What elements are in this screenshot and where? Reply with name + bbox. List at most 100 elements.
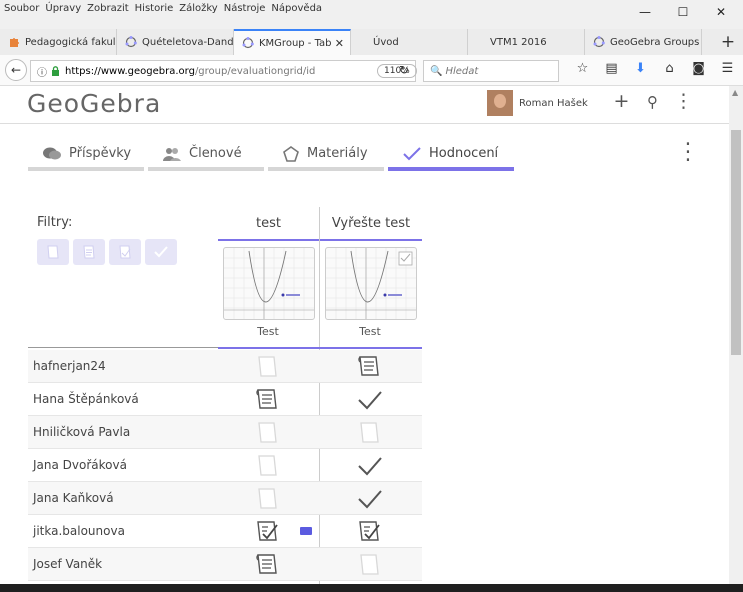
grade-cell[interactable] <box>356 519 384 545</box>
tab-posts[interactable]: Příspěvky <box>28 140 144 171</box>
download-icon[interactable]: ⬇ <box>626 61 655 76</box>
hamburger-menu-icon[interactable]: ☰ <box>713 61 742 76</box>
browser-tab-kmgroup[interactable]: KMGroup - Tab ✕ <box>234 29 351 55</box>
grade-cell[interactable] <box>356 387 384 413</box>
back-button[interactable]: ← <box>5 59 27 81</box>
scroll-up-icon[interactable]: ▲ <box>732 88 738 97</box>
grade-cell[interactable] <box>254 420 282 446</box>
empty-page-icon <box>360 422 379 443</box>
geogebra-logo[interactable]: GeoGebra <box>27 89 161 118</box>
column-header-vyreste-test[interactable]: Vyřešte test <box>320 207 422 241</box>
filters-label: Filtry: <box>37 215 73 230</box>
tab-label: Hodnocení <box>429 146 499 161</box>
reading-list-icon[interactable]: ▤ <box>597 61 626 76</box>
student-name[interactable]: Josef Vaněk <box>33 557 102 571</box>
minimize-button[interactable]: — <box>629 0 661 24</box>
menu-tools[interactable]: Nástroje <box>224 3 266 14</box>
user-menu[interactable]: Roman Hašek <box>487 90 588 116</box>
menu-bookmarks[interactable]: Záložky <box>179 3 217 14</box>
tab-grading[interactable]: Hodnocení <box>388 140 514 171</box>
submitted-page-icon <box>256 389 277 409</box>
search-icon: 🔍 <box>430 65 443 77</box>
menu-edit[interactable]: Úpravy <box>45 3 81 14</box>
student-name[interactable]: hafnerjan24 <box>33 359 106 373</box>
plus-icon[interactable]: + <box>606 90 637 112</box>
more-options-icon[interactable]: · · · <box>683 134 693 171</box>
grade-cell[interactable] <box>356 552 384 578</box>
reload-icon[interactable]: ↻ <box>399 63 409 77</box>
browser-tab-vtm1[interactable]: VTM1 2016 <box>468 29 585 55</box>
tab-label: Příspěvky <box>69 146 132 161</box>
maximize-button[interactable]: ☐ <box>667 0 699 24</box>
grade-cell[interactable] <box>356 486 384 512</box>
menu-history[interactable]: Historie <box>135 3 174 14</box>
menu-help[interactable]: Nápověda <box>271 3 322 14</box>
grade-cell[interactable] <box>254 486 282 512</box>
tab-label: Materiály <box>307 146 368 161</box>
student-name[interactable]: Hana Štěpánková <box>33 392 139 406</box>
empty-page-icon <box>258 422 277 443</box>
tab-label: VTM1 2016 <box>490 36 547 48</box>
shape-icon <box>283 145 299 162</box>
user-name: Roman Hašek <box>519 97 588 109</box>
more-vertical-icon[interactable]: ⋮ <box>668 90 699 112</box>
url-path: /group/evaluationgrid/id <box>194 65 316 77</box>
submitted-page-icon <box>358 356 379 376</box>
student-name[interactable]: jitka.balounova <box>33 524 125 538</box>
empty-page-icon <box>360 554 379 575</box>
new-tab-button[interactable]: + <box>713 29 743 55</box>
browser-tab-pedagogicka[interactable]: Pedagogická fakul <box>0 29 117 55</box>
geogebra-header: GeoGebra Roman Hašek + ⚲ ⋮ <box>0 86 729 124</box>
browser-tab-geogebra-groups[interactable]: GeoGebra Groups <box>585 29 702 55</box>
avatar <box>487 90 513 116</box>
tab-members[interactable]: Členové <box>148 140 264 171</box>
search-placeholder: Hledat <box>445 65 479 77</box>
material-thumbnail[interactable] <box>223 247 315 320</box>
grade-cell[interactable] <box>356 354 384 380</box>
empty-page-icon <box>258 488 277 509</box>
search-icon[interactable]: ⚲ <box>637 90 668 112</box>
close-tab-icon[interactable]: ✕ <box>335 37 344 50</box>
browser-tab-uvod[interactable]: Úvod <box>351 29 468 55</box>
toolbar-icons: ☆ ▤ ⬇ ⌂ ◙ ☰ <box>568 61 742 76</box>
filter-graded-button[interactable] <box>109 239 141 265</box>
pocket-icon[interactable]: ◙ <box>684 61 713 76</box>
graded-page-icon <box>119 245 131 259</box>
url-bar[interactable]: ⓘ https://www.geogebra.org/group/evaluat… <box>30 60 417 82</box>
filter-submitted-button[interactable] <box>73 239 105 265</box>
geogebra-favicon-icon <box>125 36 137 48</box>
close-window-button[interactable]: ✕ <box>705 0 737 24</box>
column-header-test[interactable]: test <box>218 207 319 241</box>
grade-cell[interactable] <box>254 354 282 380</box>
comment-icon[interactable] <box>300 527 312 535</box>
menu-file[interactable]: Soubor <box>4 3 39 14</box>
grade-cell[interactable] <box>254 552 282 578</box>
scrollbar-thumb[interactable] <box>731 130 741 355</box>
student-name[interactable]: Hniličková Pavla <box>33 425 130 439</box>
student-name[interactable]: Jana Dvořáková <box>33 458 127 472</box>
search-box[interactable]: 🔍 Hledat <box>423 60 559 82</box>
parabola-graph-icon <box>224 248 314 319</box>
home-icon[interactable]: ⌂ <box>655 61 684 76</box>
student-name[interactable]: Jana Kaňková <box>33 491 114 505</box>
menu-view[interactable]: Zobrazit <box>87 3 129 14</box>
grade-cell[interactable] <box>254 387 282 413</box>
grade-cell[interactable] <box>356 420 384 446</box>
table-row: Jana Kaňková <box>28 482 422 515</box>
grade-cell[interactable] <box>254 519 282 545</box>
graded-page-icon <box>257 521 278 541</box>
grade-cell[interactable] <box>254 453 282 479</box>
browser-tab-queteletova[interactable]: Quételetova-Dand <box>117 29 234 55</box>
filter-correct-button[interactable] <box>145 239 177 265</box>
table-row: Hniličková Pavla <box>28 416 422 449</box>
info-icon: ⓘ <box>37 67 47 79</box>
bookmark-star-icon[interactable]: ☆ <box>568 61 597 76</box>
material-label: Test <box>359 325 381 338</box>
material-thumbnail[interactable] <box>325 247 417 320</box>
graded-page-icon <box>359 521 380 541</box>
tab-materials[interactable]: Materiály <box>268 140 384 171</box>
zoom-indicator[interactable]: 110% <box>377 64 417 78</box>
grade-cell[interactable] <box>356 453 384 479</box>
filter-empty-button[interactable] <box>37 239 69 265</box>
page-scrollbar[interactable]: ▲ <box>729 86 743 584</box>
